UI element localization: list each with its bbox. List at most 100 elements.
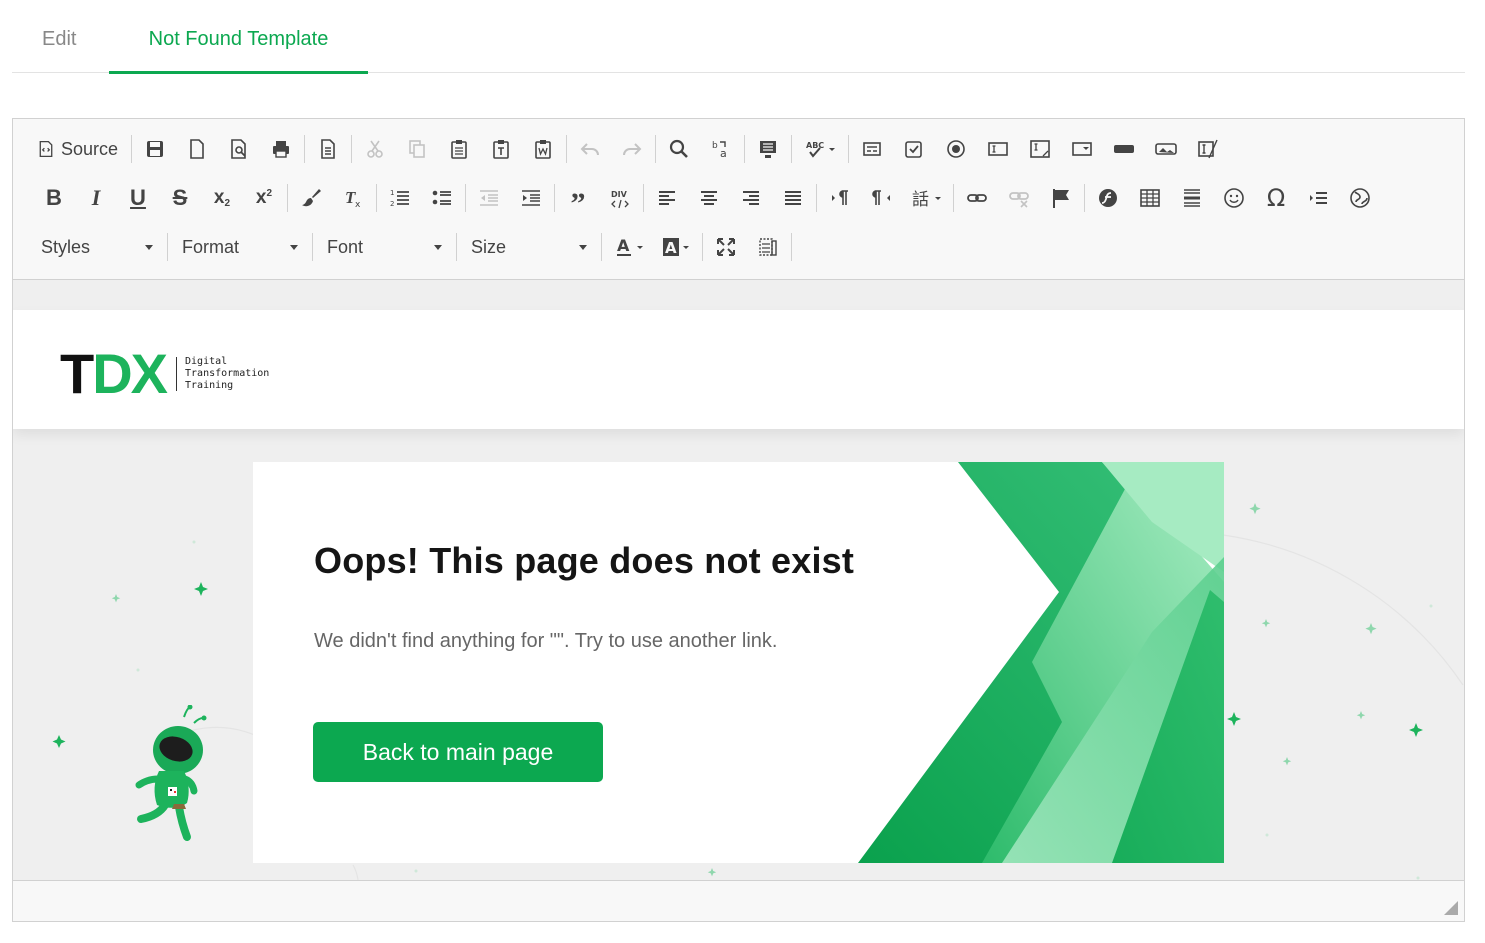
checkbox-button[interactable]	[893, 132, 935, 166]
find-button[interactable]	[658, 132, 700, 166]
paste-word-button[interactable]	[522, 132, 564, 166]
replace-button[interactable]: ba	[700, 132, 742, 166]
create-div-button[interactable]: DIV	[599, 181, 641, 215]
decrease-indent-button[interactable]	[468, 181, 510, 215]
tab-edit[interactable]: Edit	[42, 28, 76, 73]
remove-format-button[interactable]: Tx	[332, 181, 374, 215]
radio-button[interactable]	[935, 132, 977, 166]
cut-icon	[367, 140, 383, 158]
justify-button[interactable]	[772, 181, 814, 215]
rtl-button[interactable]	[861, 181, 903, 215]
link-button[interactable]	[956, 181, 998, 215]
superscript-button[interactable]: x2	[243, 181, 285, 215]
numbered-list-button[interactable]: 12	[379, 181, 421, 215]
paste-button[interactable]	[438, 132, 480, 166]
bulleted-list-button[interactable]	[421, 181, 463, 215]
logo-mark: TDX	[60, 346, 168, 402]
templates-button[interactable]	[307, 132, 349, 166]
button-element-button[interactable]	[1103, 132, 1145, 166]
save-button[interactable]	[134, 132, 176, 166]
globe-icon	[1350, 188, 1370, 208]
select-field-button[interactable]	[1061, 132, 1103, 166]
redo-icon	[623, 143, 642, 156]
text-field-button[interactable]	[977, 132, 1019, 166]
align-right-button[interactable]	[730, 181, 772, 215]
print-button[interactable]	[260, 132, 302, 166]
unlink-button[interactable]	[998, 181, 1040, 215]
background-color-icon: A	[663, 238, 689, 257]
new-page-button[interactable]	[176, 132, 218, 166]
form-button[interactable]	[851, 132, 893, 166]
toolbar-separator	[643, 184, 644, 212]
show-blocks-button[interactable]	[747, 230, 789, 264]
table-button[interactable]	[1129, 181, 1171, 215]
templates-icon	[321, 139, 335, 159]
italic-button[interactable]: I	[75, 181, 117, 215]
horizontal-line-icon	[1184, 189, 1200, 207]
language-button[interactable]: 話	[903, 181, 951, 215]
tdx-logo: TDX Digital Transformation Training	[60, 346, 269, 402]
radio-icon	[947, 140, 965, 158]
toolbar-separator	[287, 184, 288, 212]
bold-button[interactable]: B	[33, 181, 75, 215]
special-char-button[interactable]: Ω	[1255, 181, 1297, 215]
toolbar-separator	[566, 135, 567, 163]
copy-format-button[interactable]	[290, 181, 332, 215]
editor-toolbar: Source ba ABC B I U S x 2 x 2 T x 1 2 ” …	[13, 119, 1464, 280]
redo-button[interactable]	[611, 132, 653, 166]
size-dropdown[interactable]: Size	[463, 230, 597, 264]
image-button-icon	[1155, 143, 1177, 155]
spellcheck-button[interactable]: ABC	[794, 132, 846, 166]
font-dropdown[interactable]: Font	[319, 230, 452, 264]
paste-text-button[interactable]	[480, 132, 522, 166]
table-icon	[1140, 189, 1160, 207]
strikethrough-button[interactable]: S	[159, 181, 201, 215]
underline-button[interactable]: U	[117, 181, 159, 215]
hidden-field-button[interactable]	[1187, 132, 1229, 166]
toolbar-separator	[312, 233, 313, 261]
textarea-button[interactable]	[1019, 132, 1061, 166]
styles-dropdown[interactable]: Styles	[33, 230, 163, 264]
toolbar-row-1: Source ba ABC	[33, 131, 1229, 167]
back-to-main-page-button[interactable]: Back to main page	[313, 722, 603, 782]
svg-text:x: x	[355, 200, 361, 209]
paintbrush-icon	[302, 189, 321, 207]
copy-icon	[409, 140, 425, 158]
preview-button[interactable]	[218, 132, 260, 166]
align-left-button[interactable]	[646, 181, 688, 215]
copy-button[interactable]	[396, 132, 438, 166]
flash-button[interactable]	[1087, 181, 1129, 215]
subscript-button[interactable]: x2	[201, 181, 243, 215]
undo-button[interactable]	[569, 132, 611, 166]
outdent-icon	[480, 190, 498, 206]
print-icon	[273, 141, 289, 158]
smiley-button[interactable]	[1213, 181, 1255, 215]
increase-indent-button[interactable]	[510, 181, 552, 215]
ltr-button[interactable]	[819, 181, 861, 215]
resize-handle-icon[interactable]	[1444, 901, 1458, 915]
editor-content-area[interactable]: TDX Digital Transformation Training Oops…	[13, 280, 1464, 880]
tab-not-found-template[interactable]: Not Found Template	[109, 28, 368, 74]
replace-icon: ba	[712, 141, 727, 160]
format-dropdown[interactable]: Format	[174, 230, 308, 264]
blockquote-button[interactable]: ”	[557, 181, 599, 220]
source-button[interactable]: Source	[33, 132, 129, 166]
not-found-card: Oops! This page does not exist We didn't…	[253, 462, 1224, 863]
page-break-icon	[1310, 192, 1327, 204]
chevron-down-icon	[579, 244, 587, 250]
cut-button[interactable]	[354, 132, 396, 166]
select-all-button[interactable]	[747, 132, 789, 166]
align-center-button[interactable]	[688, 181, 730, 215]
text-color-button[interactable]: A	[608, 230, 654, 264]
maximize-button[interactable]	[705, 230, 747, 264]
horizontal-line-button[interactable]	[1171, 181, 1213, 215]
text-color-icon: A	[617, 236, 643, 256]
image-button-button[interactable]	[1145, 132, 1187, 166]
page-break-button[interactable]	[1297, 181, 1339, 215]
iframe-button[interactable]	[1339, 181, 1381, 215]
background-color-button[interactable]: A	[654, 230, 700, 264]
paste-icon	[451, 140, 467, 159]
anchor-button[interactable]	[1040, 181, 1082, 215]
page-header: TDX Digital Transformation Training	[13, 310, 1464, 429]
logo-tagline-line-1: Digital	[185, 356, 228, 367]
